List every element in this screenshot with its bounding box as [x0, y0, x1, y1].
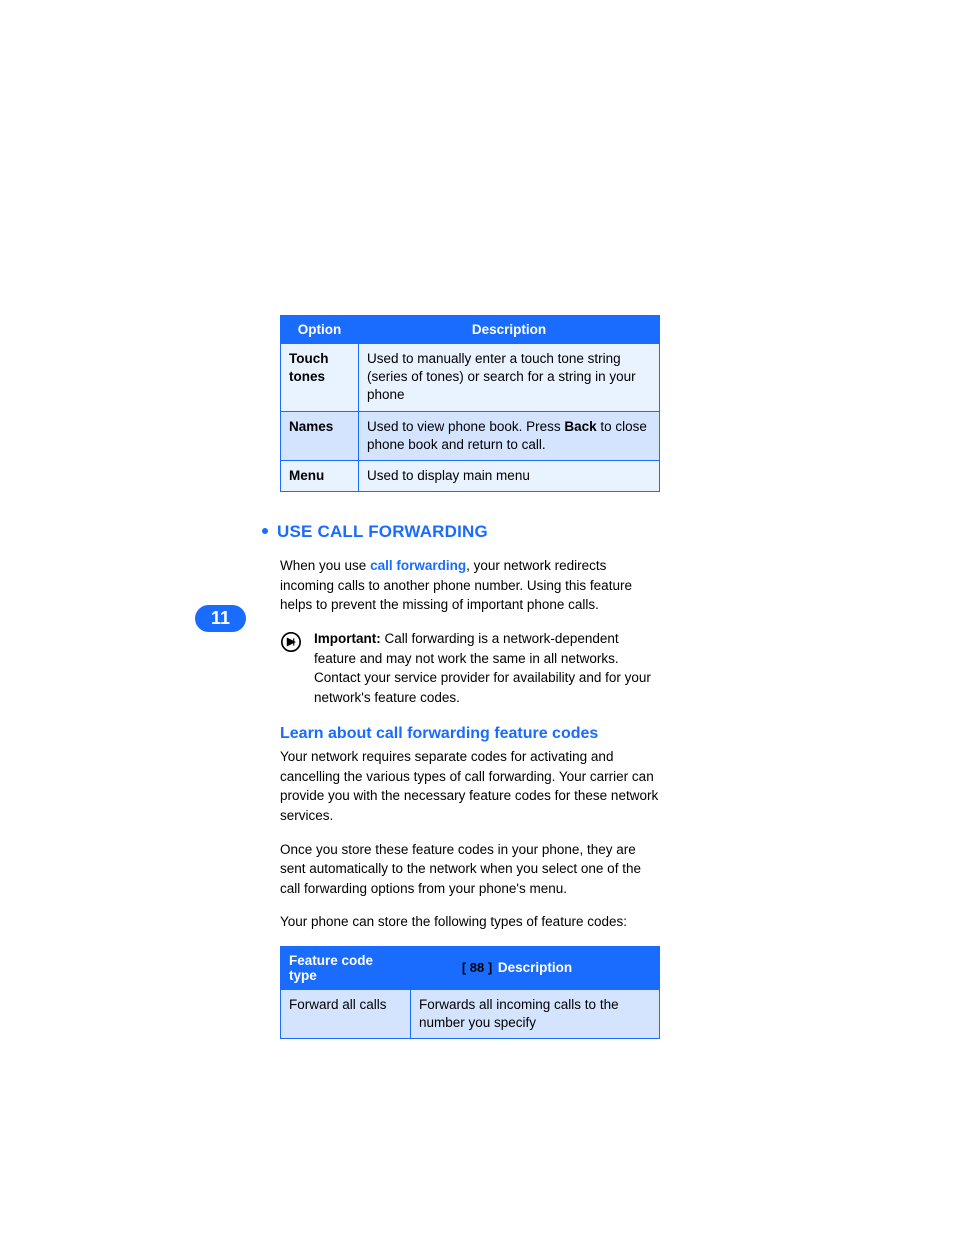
- paragraph: Your phone can store the following types…: [280, 912, 660, 932]
- option-cell: Names: [281, 411, 359, 460]
- keyword: call forwarding: [370, 558, 466, 573]
- description-cell: Used to manually enter a touch tone stri…: [359, 344, 660, 412]
- important-label: Important:: [314, 631, 381, 646]
- table-header-row: Option Description: [281, 316, 660, 344]
- description-cell: Used to display main menu: [359, 461, 660, 492]
- important-text: Important: Call forwarding is a network-…: [314, 629, 660, 707]
- important-note: Important: Call forwarding is a network-…: [280, 629, 660, 707]
- bold-key: Back: [564, 419, 596, 434]
- chapter-tab: 11: [195, 605, 246, 632]
- col-header-option: Option: [281, 316, 359, 344]
- table-row: Touch tones Used to manually enter a tou…: [281, 344, 660, 412]
- option-cell: Touch tones: [281, 344, 359, 412]
- description-cell: Used to view phone book. Press Back to c…: [359, 411, 660, 460]
- page-number: [ 88 ]: [0, 960, 954, 975]
- bullet-icon: [262, 528, 268, 534]
- table-row: Forward all calls Forwards all incoming …: [281, 989, 660, 1038]
- section-title-text: USE CALL FORWARDING: [277, 522, 488, 541]
- chapter-number: 11: [211, 608, 230, 629]
- paragraph: Once you store these feature codes in yo…: [280, 840, 660, 899]
- option-cell: Menu: [281, 461, 359, 492]
- section-heading: USE CALL FORWARDING: [262, 522, 660, 542]
- table-row: Menu Used to display main menu: [281, 461, 660, 492]
- col-header-description: Description: [359, 316, 660, 344]
- options-table: Option Description Touch tones Used to m…: [280, 315, 660, 492]
- important-icon: [280, 631, 302, 658]
- intro-paragraph: When you use call forwarding, your netwo…: [280, 556, 660, 615]
- feature-type-cell: Forward all calls: [281, 989, 411, 1038]
- paragraph: Your network requires separate codes for…: [280, 747, 660, 825]
- table-row: Names Used to view phone book. Press Bac…: [281, 411, 660, 460]
- main-content: Option Description Touch tones Used to m…: [280, 315, 660, 1039]
- description-cell: Forwards all incoming calls to the numbe…: [411, 989, 660, 1038]
- text: Used to view phone book. Press: [367, 419, 564, 434]
- text: When you use: [280, 558, 370, 573]
- sub-heading: Learn about call forwarding feature code…: [280, 725, 660, 743]
